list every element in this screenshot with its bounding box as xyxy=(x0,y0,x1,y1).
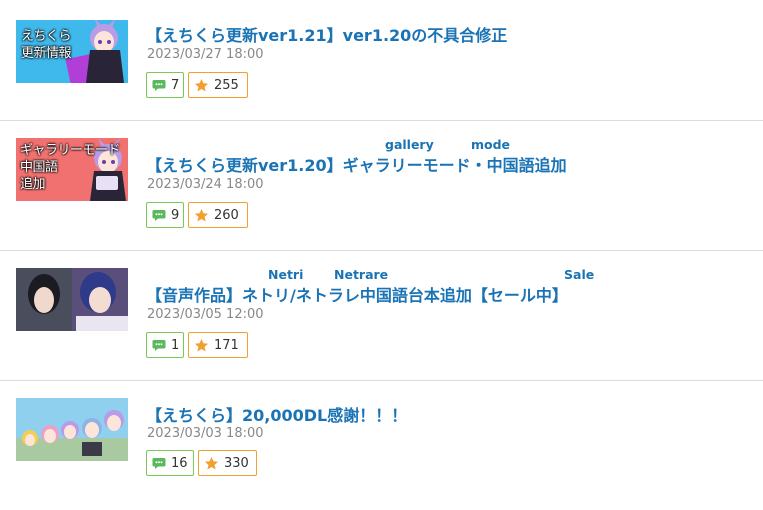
post-thumbnail[interactable] xyxy=(16,398,128,461)
ruby-annotation: gallery xyxy=(385,137,434,152)
star-icon xyxy=(194,338,209,351)
post-title-link[interactable]: 【えちくら】20,000DL感謝！！！ xyxy=(146,402,407,426)
post-item: ギャラリーモード 中国語 追加 gallery mode 【えちくら更新ver1… xyxy=(0,120,763,250)
comment-count-badge[interactable]: 16 xyxy=(146,450,194,476)
favorite-count-badge[interactable]: 260 xyxy=(188,202,248,228)
post-thumbnail[interactable]: ギャラリーモード 中国語 追加 xyxy=(16,138,128,201)
ruby-annotation: Sale xyxy=(564,267,595,282)
favorite-count: 255 xyxy=(214,77,239,93)
favorite-count-badge[interactable]: 330 xyxy=(198,450,257,476)
divider xyxy=(0,380,763,381)
post-item: Netri Netrare Sale 【音声作品】ネトリ/ネトラレ中国語台本追加… xyxy=(0,250,763,380)
star-icon xyxy=(194,208,209,221)
star-icon xyxy=(204,456,219,469)
comment-count-badge[interactable]: 7 xyxy=(146,72,184,98)
post-title-link[interactable]: 【音声作品】ネトリ/ネトラレ中国語台本追加【セール中】 xyxy=(146,282,568,306)
speech-bubble-icon xyxy=(152,457,166,469)
comment-count: 1 xyxy=(171,337,180,353)
post-title-link[interactable]: 【えちくら更新ver1.21】ver1.20の不具合修正 xyxy=(146,22,507,46)
character-illustration xyxy=(16,268,128,331)
divider xyxy=(0,120,763,121)
comment-count: 7 xyxy=(171,77,180,93)
speech-bubble-icon xyxy=(152,79,166,91)
ruby-annotation: mode xyxy=(471,137,511,152)
speech-bubble-icon xyxy=(152,339,166,351)
post-date: 2023/03/03 18:00 xyxy=(147,426,264,441)
post-thumbnail[interactable]: えちくら 更新情報 xyxy=(16,20,128,83)
favorite-count: 330 xyxy=(224,455,249,471)
speech-bubble-icon xyxy=(152,209,166,221)
post-date: 2023/03/27 18:00 xyxy=(147,47,264,62)
post-item: えちくら 更新情報 【えちくら更新ver1.21】ver1.20の不具合修正 2… xyxy=(0,0,763,120)
ruby-annotation: Netrare xyxy=(334,267,389,282)
favorite-count: 260 xyxy=(214,207,239,223)
post-item: 【えちくら】20,000DL感謝！！！ 2023/03/03 18:00 16 … xyxy=(0,380,763,510)
post-date: 2023/03/24 18:00 xyxy=(147,177,264,192)
comment-count: 16 xyxy=(171,455,188,471)
post-title-link[interactable]: 【えちくら更新ver1.20】ギャラリーモード・中国語追加 xyxy=(146,152,567,176)
favorite-count: 171 xyxy=(214,337,239,353)
favorite-count-badge[interactable]: 171 xyxy=(188,332,248,358)
comment-count-badge[interactable]: 9 xyxy=(146,202,184,228)
comment-count-badge[interactable]: 1 xyxy=(146,332,184,358)
star-icon xyxy=(194,78,209,91)
favorite-count-badge[interactable]: 255 xyxy=(188,72,248,98)
post-thumbnail[interactable] xyxy=(16,268,128,331)
comment-count: 9 xyxy=(171,207,180,223)
thumbnail-text: ギャラリーモード 中国語 追加 xyxy=(20,143,121,192)
character-illustration xyxy=(16,410,128,461)
ruby-annotation: Netri xyxy=(268,267,304,282)
thumbnail-text: えちくら 更新情報 xyxy=(21,29,72,61)
divider xyxy=(0,250,763,251)
post-date: 2023/03/05 12:00 xyxy=(147,307,264,322)
